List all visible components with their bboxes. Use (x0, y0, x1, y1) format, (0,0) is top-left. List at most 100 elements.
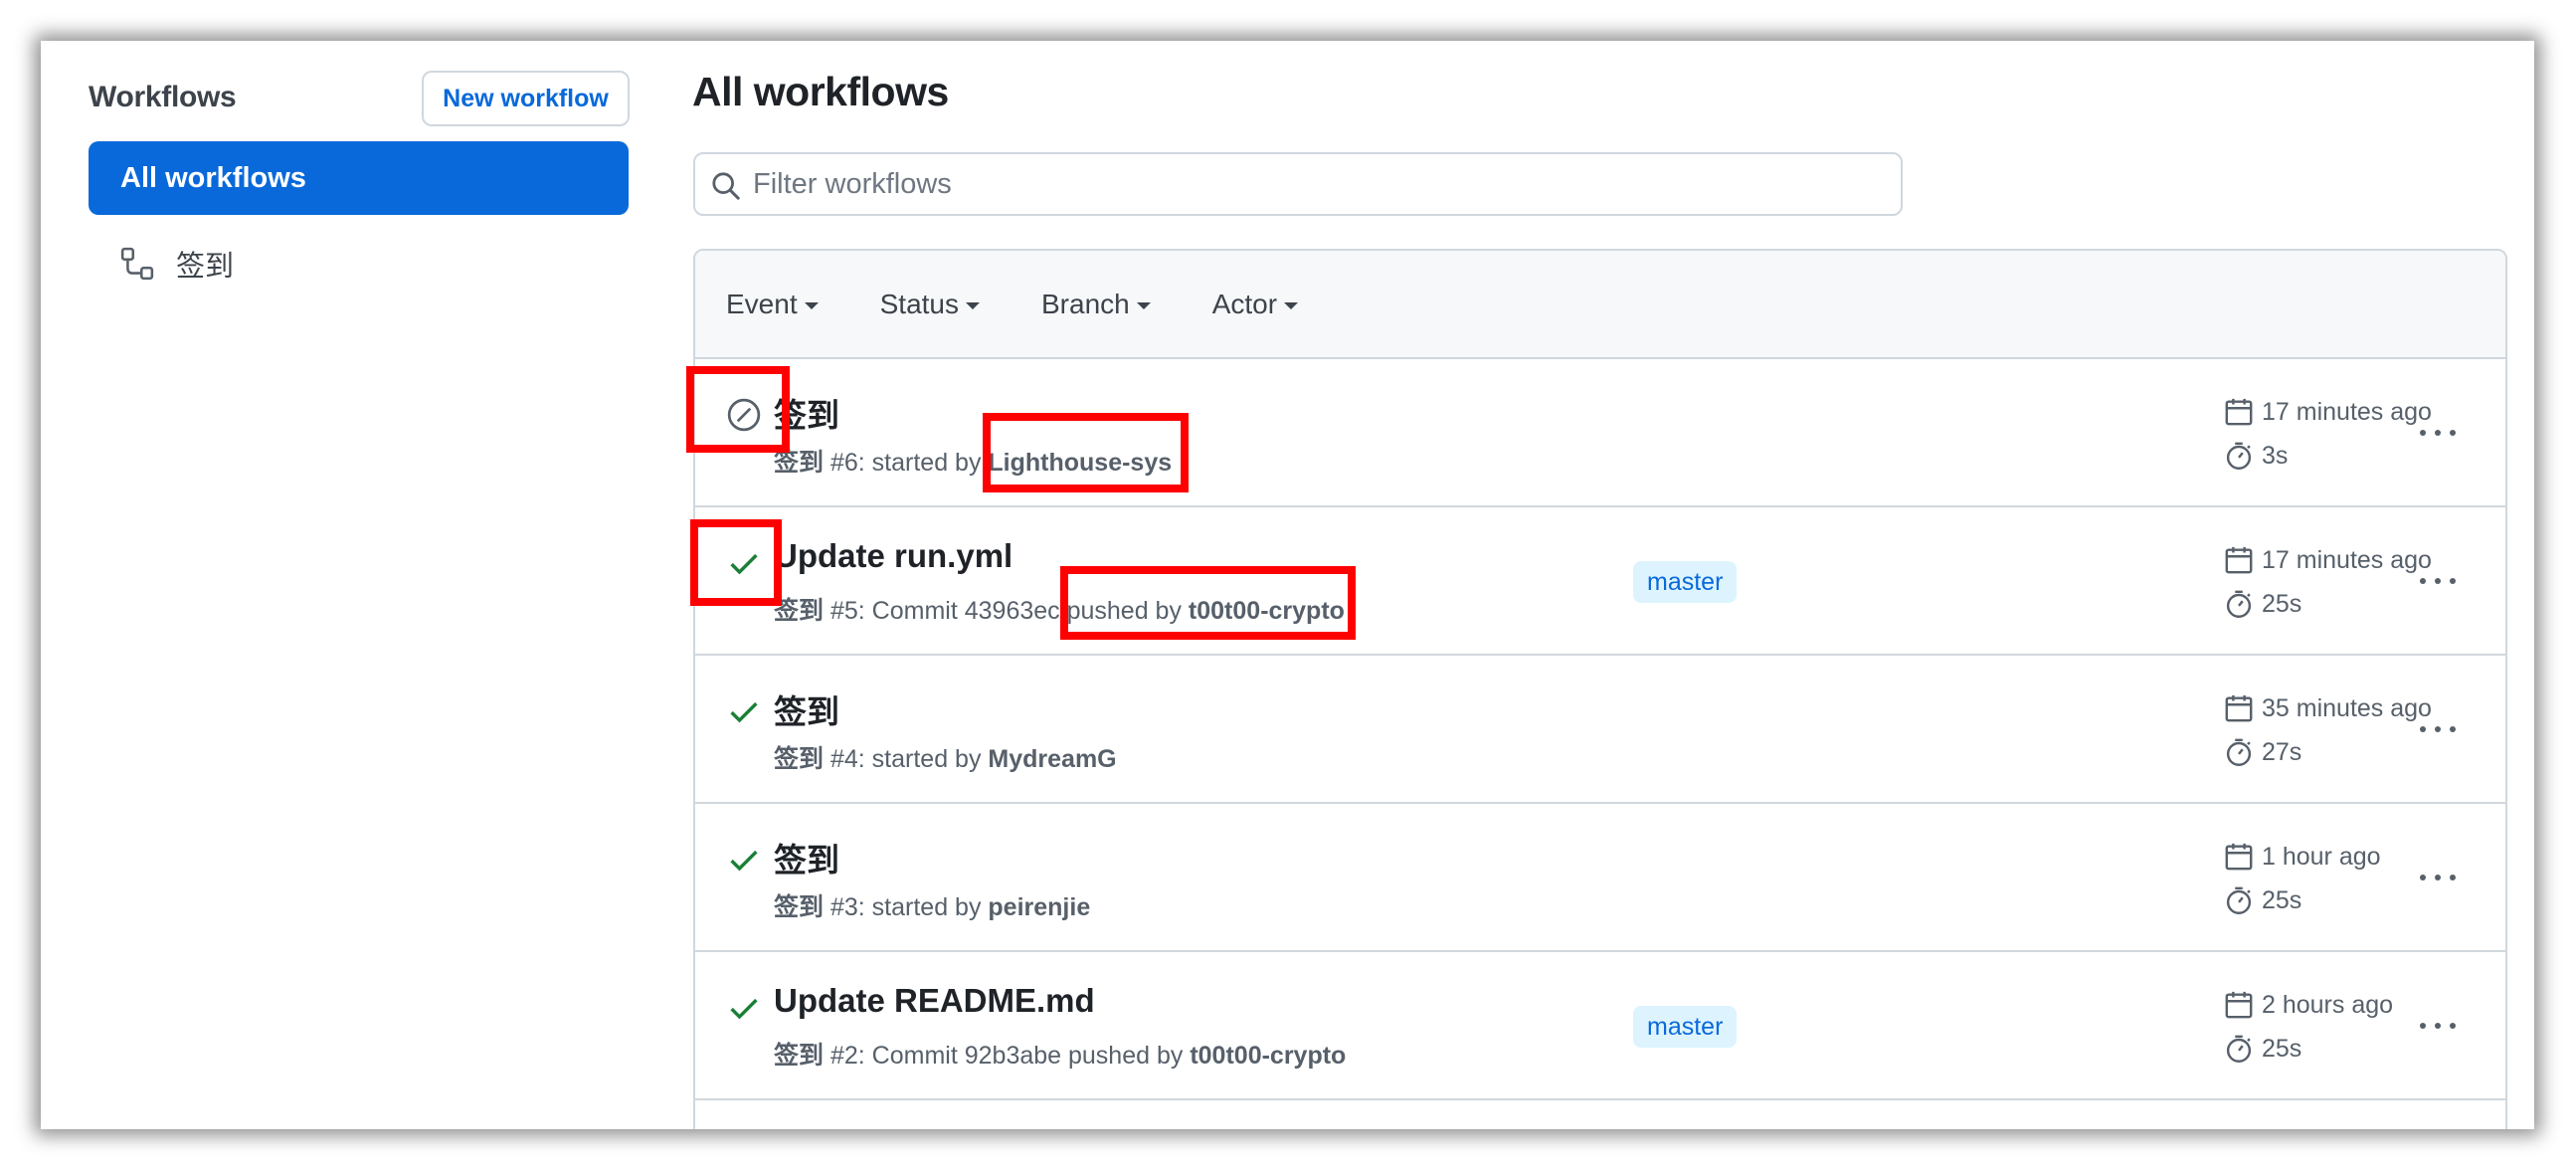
filter-workflows-input[interactable] (753, 167, 1901, 201)
actor-filter-dropdown[interactable]: Actor (1211, 288, 1299, 320)
run-number: #5 (829, 597, 858, 625)
run-duration: 3s (2224, 441, 2288, 471)
kebab-dot (2435, 726, 2441, 732)
run-subtitle: 签到 #3: started by peirenjie (774, 887, 1090, 923)
run-detail: : started by (857, 745, 989, 773)
workflow-run-row[interactable]: 签到 签到 #4: started by MydreamG 35 minutes… (695, 656, 2505, 804)
run-time-text: 2 hours ago (2262, 990, 2394, 1019)
calendar-icon (2225, 991, 2253, 1019)
stopwatch-icon (2226, 1035, 2252, 1063)
stopwatch-icon (2226, 738, 2252, 766)
calendar-icon (2225, 843, 2253, 871)
filter-workflows-field[interactable] (693, 152, 1903, 216)
calendar-icon (2225, 398, 2253, 426)
event-filter-dropdown[interactable]: Event (726, 289, 819, 320)
branch-filter-dropdown[interactable]: Branch (1041, 289, 1151, 320)
new-workflow-button[interactable]: New workflow (422, 71, 630, 126)
workflow-run-row[interactable]: 签到 签到 #3: started by peirenjie 1 hour ag… (695, 804, 2505, 952)
run-number: #4 (829, 745, 858, 773)
run-detail: : started by (857, 449, 989, 477)
check-icon (730, 850, 758, 872)
filter-label: Actor (1211, 288, 1278, 319)
run-actor-link[interactable]: peirenjie (988, 893, 1090, 921)
status-filter-dropdown[interactable]: Status (880, 289, 980, 320)
run-timestamp: 1 hour ago (2224, 842, 2381, 872)
sidebar-item-label: 签到 (176, 251, 235, 283)
branch-badge[interactable]: master (1633, 561, 1738, 603)
run-time-text: 17 minutes ago (2262, 397, 2432, 426)
filter-label: Status (879, 288, 959, 319)
run-duration-text: 25s (2262, 589, 2302, 618)
workflow-runs-list: Event Status Branch Actor 签到 签到 #6: star… (693, 249, 2507, 1129)
more-options-button[interactable] (2414, 417, 2462, 449)
kebab-dot (2435, 1023, 2441, 1029)
run-title-link[interactable]: Update README.md (774, 982, 1095, 1020)
kebab-dot (2435, 875, 2441, 880)
run-subtitle: 签到 #2: Commit 92b3abe pushed by t00t00-c… (774, 1036, 1346, 1072)
search-icon (712, 172, 740, 200)
workflow-icon (120, 247, 154, 281)
kebab-dot (2450, 1023, 2456, 1029)
run-timestamp: 17 minutes ago (2224, 397, 2432, 427)
stopwatch-icon (2226, 886, 2252, 914)
annotation-box-status-success (690, 519, 782, 606)
more-options-button[interactable] (2414, 1010, 2462, 1042)
run-actor-link[interactable]: t00t00-crypto (1190, 1042, 1346, 1070)
sidebar-item-workflow[interactable]: 签到 (89, 234, 629, 293)
runs-filter-bar: Event Status Branch Actor (695, 251, 2505, 359)
run-duration-text: 3s (2262, 441, 2289, 470)
run-duration: 25s (2224, 1034, 2301, 1064)
run-duration: 25s (2224, 885, 2301, 915)
run-title-link[interactable]: 签到 (774, 834, 839, 881)
workflow-run-row[interactable]: 签到 签到 #6: started by Lighthouse-sys 17 m… (695, 359, 2505, 507)
kebab-dot (2420, 875, 2426, 880)
more-options-button[interactable] (2414, 565, 2462, 597)
kebab-dot (2450, 875, 2456, 880)
run-actor-link[interactable]: MydreamG (988, 745, 1116, 773)
check-icon (730, 701, 758, 723)
filter-label: Event (726, 288, 798, 319)
branch-badge[interactable]: master (1633, 1006, 1738, 1048)
annotation-box-actor-t00t00 (1060, 566, 1356, 640)
annotation-box-status-skipped (686, 366, 790, 453)
calendar-icon (2225, 694, 2253, 722)
caret-down-icon (966, 301, 980, 309)
run-workflow-name: 签到 (774, 449, 825, 477)
workflow-run-row[interactable]: Update run.yml 签到 #5: Commit 43963ec pus… (695, 507, 2505, 656)
run-workflow-name: 签到 (774, 745, 825, 773)
run-timestamp: 2 hours ago (2224, 990, 2393, 1020)
kebab-dot (2420, 578, 2426, 584)
run-time-text: 17 minutes ago (2262, 545, 2432, 574)
run-number: #2 (829, 1042, 858, 1070)
kebab-dot (2435, 578, 2441, 584)
run-time-text: 35 minutes ago (2262, 693, 2432, 722)
caret-down-icon (1284, 301, 1299, 309)
run-timestamp: 35 minutes ago (2224, 693, 2432, 723)
sidebar-item-all-workflows[interactable]: All workflows (89, 141, 629, 215)
more-options-button[interactable] (2414, 713, 2462, 745)
page-title: All workflows (692, 69, 949, 114)
run-subtitle: 签到 #4: started by MydreamG (774, 739, 1117, 775)
stopwatch-icon (2226, 442, 2252, 470)
kebab-dot (2420, 1023, 2426, 1029)
run-detail: : Commit 92b3abe pushed by (857, 1042, 1191, 1070)
run-duration-text: 27s (2262, 737, 2302, 766)
stopwatch-icon (2226, 590, 2252, 618)
caret-down-icon (804, 301, 819, 309)
run-number: #3 (829, 893, 858, 921)
run-title-link[interactable]: Update run.yml (774, 537, 1012, 575)
annotation-box-actor-lighthouse (983, 413, 1189, 492)
check-icon (730, 998, 758, 1020)
run-number: #6 (829, 449, 858, 477)
run-duration: 27s (2224, 737, 2301, 767)
run-duration-text: 25s (2262, 1034, 2302, 1063)
run-title-link[interactable]: 签到 (774, 685, 839, 733)
caret-down-icon (1136, 301, 1151, 309)
workflow-run-row[interactable]: Update README.md 签到 #2: Commit 92b3abe p… (695, 952, 2505, 1100)
more-options-button[interactable] (2414, 862, 2462, 893)
kebab-dot (2420, 726, 2426, 732)
run-workflow-name: 签到 (774, 893, 825, 921)
calendar-icon (2225, 546, 2253, 574)
kebab-dot (2435, 430, 2441, 436)
kebab-dot (2450, 430, 2456, 436)
